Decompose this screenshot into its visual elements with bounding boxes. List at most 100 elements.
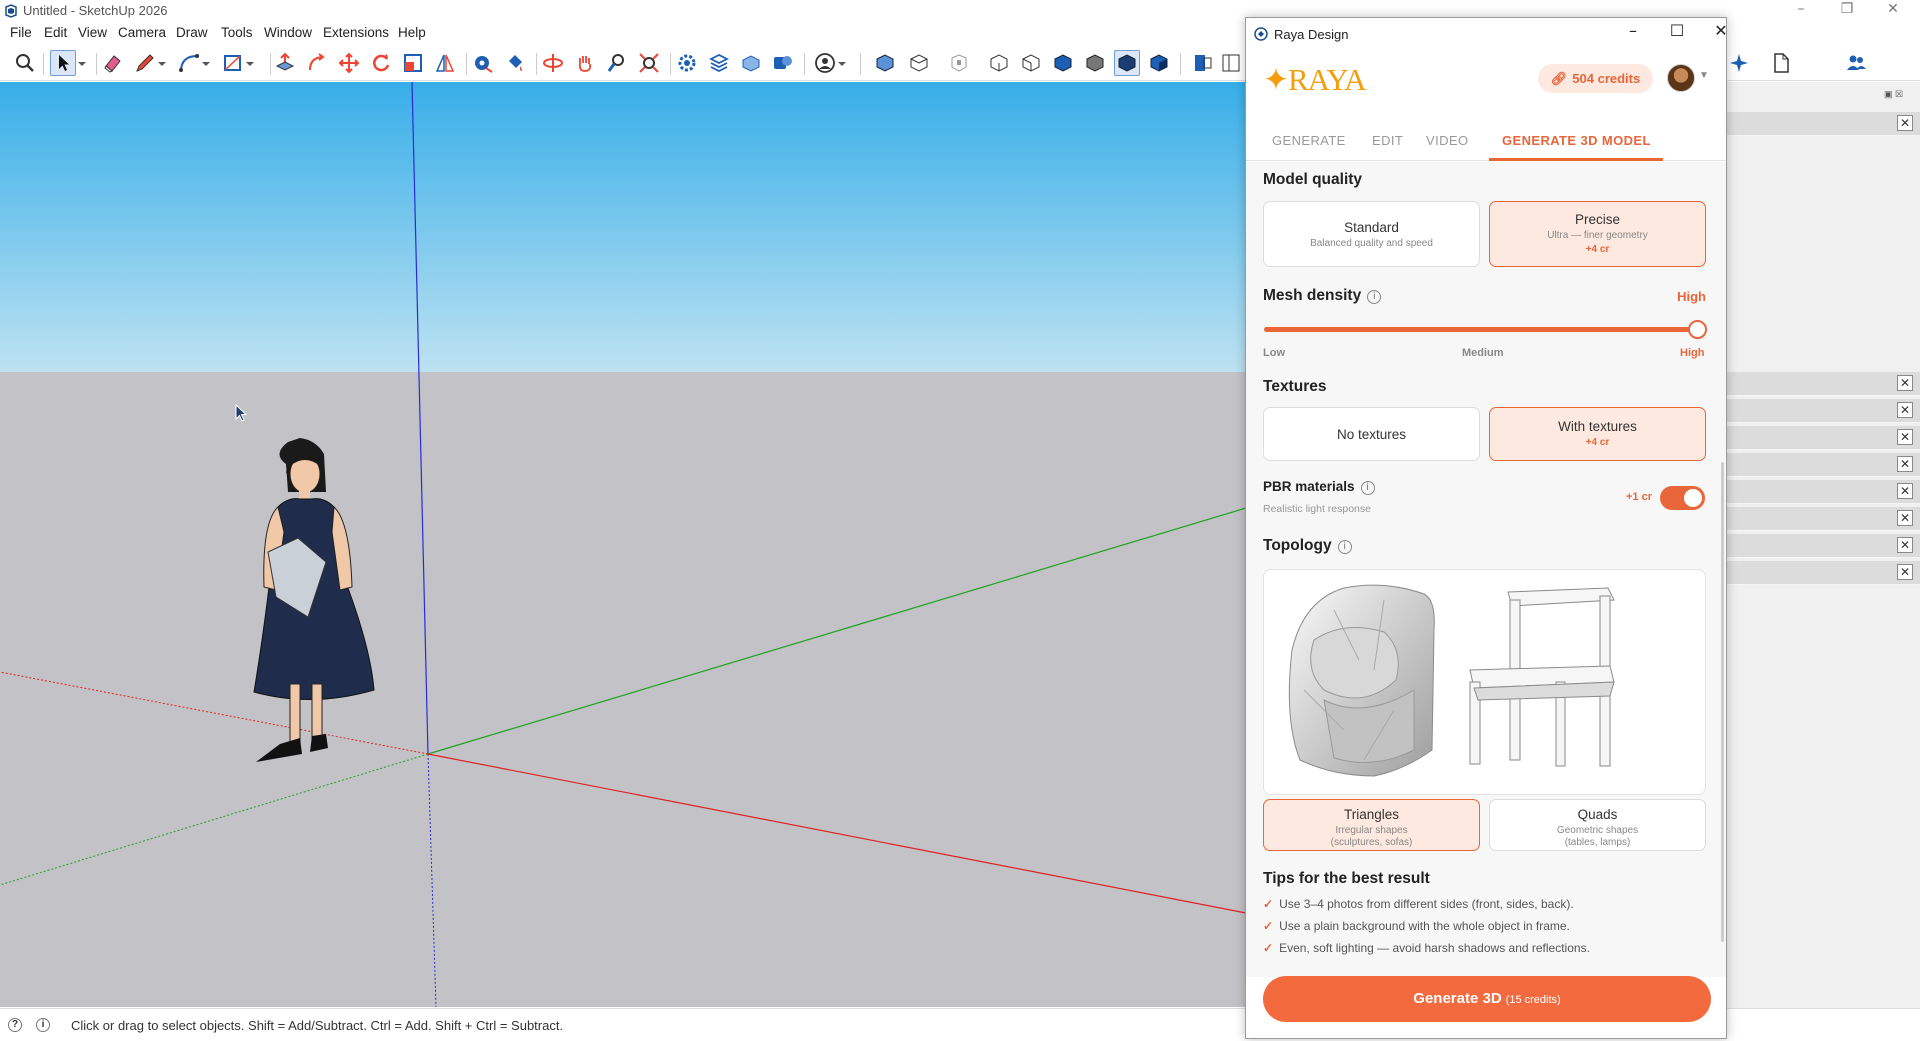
left-view-icon[interactable]	[1050, 50, 1076, 76]
arc-icon[interactable]	[176, 50, 202, 76]
tape-measure-icon[interactable]	[470, 50, 496, 76]
move-icon[interactable]	[336, 50, 362, 76]
right-view-icon[interactable]	[986, 50, 1012, 76]
tray-panel-row[interactable]: ✕	[1727, 534, 1920, 558]
info-icon[interactable]: i	[1360, 481, 1375, 495]
chevron-down-icon[interactable]	[836, 50, 848, 76]
back-view-icon[interactable]	[1018, 50, 1044, 76]
info-icon[interactable]: i	[1337, 540, 1352, 554]
close-icon[interactable]: ✕	[1897, 483, 1913, 499]
minimize-icon[interactable]: –	[1783, 1, 1819, 21]
chevron-down-icon[interactable]	[244, 50, 256, 76]
menu-view[interactable]: View	[78, 25, 107, 40]
push-pull-icon[interactable]	[272, 50, 298, 76]
menu-help[interactable]: Help	[398, 25, 426, 40]
menu-camera[interactable]: Camera	[118, 25, 166, 40]
help-icon[interactable]: ?	[8, 1018, 22, 1032]
monochrome-style-icon[interactable]	[1146, 50, 1172, 76]
minimize-icon[interactable]: –	[1613, 21, 1653, 47]
topology-quads-option[interactable]: Quads Geometric shapes (tables, lamps)	[1489, 799, 1706, 851]
no-textures-option[interactable]: No textures	[1263, 407, 1480, 461]
tab-generate[interactable]: GENERATE	[1272, 133, 1346, 148]
front-view-icon[interactable]	[946, 50, 972, 76]
avatar[interactable]	[1667, 64, 1695, 92]
quality-precise-option[interactable]: Precise Ultra — finer geometry +4 cr	[1489, 201, 1706, 267]
tray-panel-row[interactable]: ✕	[1727, 372, 1920, 396]
close-icon[interactable]: ✕	[1897, 510, 1913, 526]
panel-toggle-icon[interactable]	[1218, 50, 1244, 76]
maximize-icon[interactable]: ☐	[1657, 21, 1697, 47]
tab-edit[interactable]: EDIT	[1372, 133, 1403, 148]
zoom-extents-icon[interactable]	[636, 50, 662, 76]
select-arrow-icon[interactable]	[50, 50, 76, 76]
tray-panel-row[interactable]: ✕	[1727, 561, 1920, 585]
close-icon[interactable]: ✕	[1897, 456, 1913, 472]
flip-icon[interactable]	[432, 50, 458, 76]
eraser-icon[interactable]	[100, 50, 126, 76]
shaded-texture-style-icon[interactable]	[1114, 50, 1140, 76]
rectangle-icon[interactable]	[220, 50, 246, 76]
tray-panel-row[interactable]: ✕	[1727, 480, 1920, 504]
close-icon[interactable]: ✕	[1897, 429, 1913, 445]
quality-standard-option[interactable]: Standard Balanced quality and speed	[1263, 201, 1480, 267]
menu-extensions[interactable]: Extensions	[323, 25, 389, 40]
chevron-down-icon[interactable]	[156, 50, 168, 76]
tray-panel-row[interactable]: ✕	[1727, 507, 1920, 531]
close-icon[interactable]: ✕	[1897, 564, 1913, 580]
pan-hand-icon[interactable]	[572, 50, 598, 76]
layers-icon[interactable]	[706, 50, 732, 76]
tray-panel-row[interactable]: ✕	[1727, 399, 1920, 423]
credits-badge[interactable]: 🔗︎ 504 credits	[1538, 64, 1653, 93]
restore-icon[interactable]: ❐	[1829, 1, 1865, 21]
pbr-toggle[interactable]	[1660, 486, 1705, 510]
follow-me-icon[interactable]	[304, 50, 330, 76]
account-icon[interactable]	[812, 50, 838, 76]
tab-video[interactable]: VIDEO	[1426, 133, 1468, 148]
menu-draw[interactable]: Draw	[176, 25, 208, 40]
menu-file[interactable]: File	[10, 25, 32, 40]
shaded-style-icon[interactable]	[1082, 50, 1108, 76]
tray-panel-row[interactable]: ✕	[1727, 112, 1920, 136]
close-icon[interactable]: ✕	[1897, 115, 1913, 131]
settings-gear-icon[interactable]	[674, 50, 700, 76]
info-icon[interactable]: i	[36, 1018, 50, 1032]
mesh-density-slider-knob[interactable]	[1688, 320, 1707, 339]
zoom-icon[interactable]	[604, 50, 630, 76]
search-icon[interactable]	[12, 50, 38, 76]
new-file-icon[interactable]	[1768, 50, 1794, 76]
generate-3d-button[interactable]: Generate 3D (15 credits)	[1263, 976, 1711, 1022]
with-textures-option[interactable]: With textures +4 cr	[1489, 407, 1706, 461]
chevron-down-icon[interactable]	[200, 50, 212, 76]
panel-scrollbar[interactable]	[1721, 462, 1724, 942]
mesh-density-slider-track[interactable]	[1264, 327, 1697, 332]
chevron-down-icon[interactable]: ▼	[1699, 70, 1709, 81]
close-icon[interactable]: ✕	[1897, 537, 1913, 553]
topology-triangles-option[interactable]: Triangles Irregular shapes (sculptures, …	[1263, 799, 1480, 851]
iso-view-icon[interactable]	[872, 50, 898, 76]
rotate-icon[interactable]	[368, 50, 394, 76]
tray-panel-row[interactable]: ✕	[1727, 426, 1920, 450]
close-icon[interactable]: ✕	[1701, 21, 1726, 47]
paint-bucket-icon[interactable]	[502, 50, 528, 76]
components-icon[interactable]	[770, 50, 796, 76]
section-plane-icon[interactable]	[1190, 50, 1216, 76]
close-icon[interactable]: ✕	[1897, 402, 1913, 418]
styles-icon[interactable]	[738, 50, 764, 76]
tab-generate-3d-model[interactable]: GENERATE 3D MODEL	[1502, 133, 1651, 148]
menu-tools[interactable]: Tools	[221, 25, 253, 40]
scale-icon[interactable]	[400, 50, 426, 76]
close-icon[interactable]: ✕	[1875, 1, 1911, 21]
menu-edit[interactable]: Edit	[44, 25, 67, 40]
orbit-icon[interactable]	[540, 50, 566, 76]
model-viewport[interactable]	[0, 82, 1246, 1007]
top-view-icon[interactable]	[906, 50, 932, 76]
info-icon[interactable]: i	[1367, 290, 1382, 304]
tray-panel-row[interactable]: ✕	[1727, 453, 1920, 477]
chevron-down-icon[interactable]	[76, 50, 88, 76]
close-icon[interactable]: ✕	[1897, 375, 1913, 391]
pencil-icon[interactable]	[132, 50, 158, 76]
extension-sparkle-icon[interactable]	[1727, 50, 1753, 76]
users-icon[interactable]	[1843, 50, 1869, 76]
menu-window[interactable]: Window	[264, 25, 312, 40]
tray-pin-icon[interactable]: ▣ ☒	[1884, 89, 1914, 101]
